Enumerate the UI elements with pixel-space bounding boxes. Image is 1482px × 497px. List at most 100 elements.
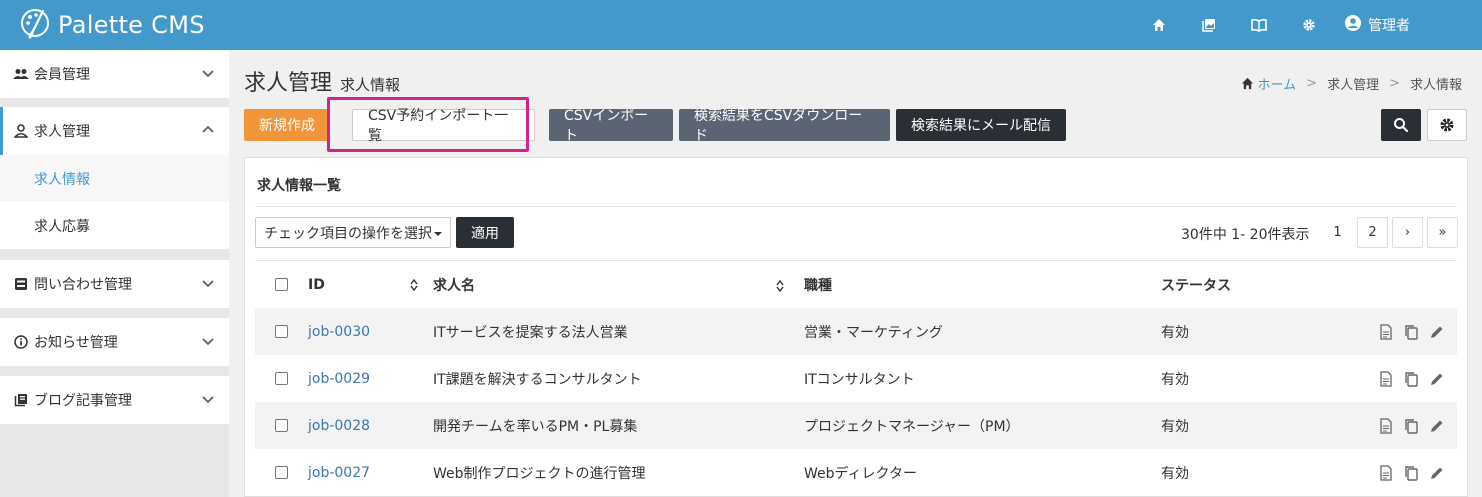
document-icon[interactable] — [1379, 370, 1393, 387]
job-id-link[interactable]: job-0028 — [308, 418, 370, 434]
job-category: 営業・マーケティング — [804, 324, 943, 341]
job-category: プロジェクトマネージャー（PM） — [804, 418, 1020, 435]
document-icon[interactable] — [1379, 464, 1393, 481]
breadcrumb-home[interactable]: ホーム — [1241, 74, 1297, 93]
row-checkbox[interactable] — [275, 325, 288, 338]
gear-icon — [1440, 118, 1454, 132]
page-2[interactable]: 2 — [1357, 217, 1388, 248]
new-button[interactable]: 新規作成 — [244, 109, 330, 141]
palette-logo-icon — [18, 6, 52, 44]
gear-icon[interactable] — [1284, 0, 1334, 50]
row-checkbox[interactable] — [275, 372, 288, 385]
person-icon — [12, 122, 30, 140]
result-count: 30件中 1- 20件表示 — [1181, 227, 1310, 243]
main-content: 求人管理 求人情報 ホーム > 求人管理 > 求人情報 新規作成 CSV予約イン… — [229, 50, 1482, 497]
job-id-link[interactable]: job-0029 — [308, 371, 370, 387]
mail-send-button[interactable]: 検索結果にメール配信 — [896, 109, 1066, 141]
copy-icon[interactable] — [1403, 324, 1419, 340]
caret-down-icon — [434, 232, 442, 236]
app-name: Palette CMS — [58, 11, 205, 39]
job-id-link[interactable]: job-0027 — [308, 465, 370, 481]
sort-icon[interactable] — [410, 278, 418, 291]
top-header: Palette CMS 管理者 — [0, 0, 1482, 50]
page-title-main: 求人管理 — [244, 71, 333, 96]
settings-button[interactable] — [1427, 109, 1467, 141]
sort-icon[interactable] — [776, 279, 784, 292]
row-checkbox[interactable] — [275, 466, 288, 479]
copy-icon[interactable] — [1403, 418, 1419, 434]
column-header-category: 職種 — [804, 277, 832, 294]
job-id-link[interactable]: job-0030 — [308, 324, 370, 340]
job-name: IT課題を解決するコンサルタント — [433, 371, 642, 388]
sidebar-item-news[interactable]: お知らせ管理 — [0, 318, 229, 366]
sidebar-subitem-label: 求人情報 — [34, 171, 90, 188]
job-category: Webディレクター — [804, 465, 917, 482]
breadcrumb-level1[interactable]: 求人管理 — [1327, 74, 1379, 93]
sidebar-item-label: 求人管理 — [34, 124, 90, 140]
edit-pencil-icon[interactable] — [1429, 324, 1445, 340]
document-icon[interactable] — [1379, 323, 1393, 340]
chevron-down-icon — [202, 338, 214, 346]
page-title: 求人管理 求人情報 — [244, 65, 400, 97]
sidebar-item-jobs[interactable]: 求人管理 — [0, 107, 229, 155]
edit-pencil-icon[interactable] — [1429, 418, 1445, 434]
column-header-id[interactable]: ID — [308, 277, 325, 293]
sidebar-subitem-job-applications[interactable]: 求人応募 — [0, 202, 229, 249]
sidebar-subitem-job-info[interactable]: 求人情報 — [0, 155, 229, 202]
breadcrumb-home-label: ホーム — [1257, 78, 1297, 93]
book-icon[interactable] — [1234, 0, 1284, 50]
row-checkbox[interactable] — [275, 419, 288, 432]
csv-download-button[interactable]: 検索結果をCSVダウンロード — [679, 108, 890, 144]
select-all-checkbox[interactable] — [275, 278, 288, 291]
sidebar-item-blog[interactable]: ブログ記事管理 — [0, 376, 229, 424]
pagination: 1 2 › » — [1322, 217, 1458, 248]
sidebar: 会員管理 求人管理 求人情報 求人応募 問い合わせ管理 お知らせ管理 ブログ記事… — [0, 50, 229, 497]
job-status: 有効 — [1161, 465, 1189, 482]
breadcrumb: ホーム > 求人管理 > 求人情報 — [1241, 74, 1462, 93]
sidebar-item-label: 問い合わせ管理 — [34, 277, 132, 293]
column-header-status: ステータス — [1161, 277, 1231, 294]
table-header-row: ID 求人名 職種 ステータス — [255, 261, 1457, 308]
account-circle-icon — [1344, 14, 1362, 36]
divider — [255, 206, 1457, 207]
document-icon[interactable] — [1379, 417, 1393, 434]
table-row: job-0029 IT課題を解決するコンサルタント ITコンサルタント 有効 — [255, 355, 1457, 402]
sidebar-item-label: 会員管理 — [34, 67, 90, 83]
job-name: Web制作プロジェクトの進行管理 — [433, 465, 646, 482]
breadcrumb-separator: > — [1389, 76, 1400, 91]
job-status: 有効 — [1161, 324, 1189, 341]
copy-icon[interactable] — [1403, 371, 1419, 387]
last-page-button[interactable]: » — [1427, 217, 1458, 248]
chevron-up-icon — [202, 125, 214, 133]
job-name: 開発チームを率いるPM・PL募集 — [433, 418, 638, 435]
page-title-sub: 求人情報 — [340, 76, 401, 94]
job-status: 有効 — [1161, 418, 1189, 435]
edit-pencil-icon[interactable] — [1429, 371, 1445, 387]
app-logo[interactable]: Palette CMS — [18, 8, 205, 42]
people-icon — [12, 65, 30, 83]
inbox-icon — [12, 275, 30, 293]
job-name: ITサービスを提案する法人営業 — [433, 324, 628, 341]
copy-icon[interactable] — [1403, 465, 1419, 481]
apply-button[interactable]: 適用 — [456, 217, 514, 248]
breadcrumb-level2: 求人情報 — [1409, 78, 1462, 93]
job-table: ID 求人名 職種 ステータス job-0030 ITサービスを提案する法人営業… — [255, 261, 1457, 496]
table-row: job-0027 Web制作プロジェクトの進行管理 Webディレクター 有効 — [255, 449, 1457, 496]
user-menu[interactable]: 管理者 — [1344, 14, 1410, 36]
next-page-button[interactable]: › — [1392, 217, 1423, 248]
bulk-action-select[interactable]: チェック項目の操作を選択 — [255, 217, 451, 248]
sidebar-item-members[interactable]: 会員管理 — [0, 50, 229, 98]
home-icon — [1241, 77, 1253, 90]
column-header-name[interactable]: 求人名 — [433, 278, 475, 294]
chevron-down-icon — [202, 280, 214, 288]
search-button[interactable] — [1381, 109, 1421, 141]
home-icon[interactable] — [1134, 0, 1184, 50]
edit-pencil-icon[interactable] — [1429, 465, 1445, 481]
highlight-box — [327, 97, 529, 152]
sidebar-item-inquiries[interactable]: 問い合わせ管理 — [0, 260, 229, 308]
csv-import-button[interactable]: CSVインポート — [549, 108, 673, 144]
media-icon[interactable] — [1184, 0, 1234, 50]
chevron-down-icon — [202, 70, 214, 78]
bulk-action-select-value: チェック項目の操作を選択 — [264, 225, 432, 242]
page-1: 1 — [1333, 225, 1342, 240]
